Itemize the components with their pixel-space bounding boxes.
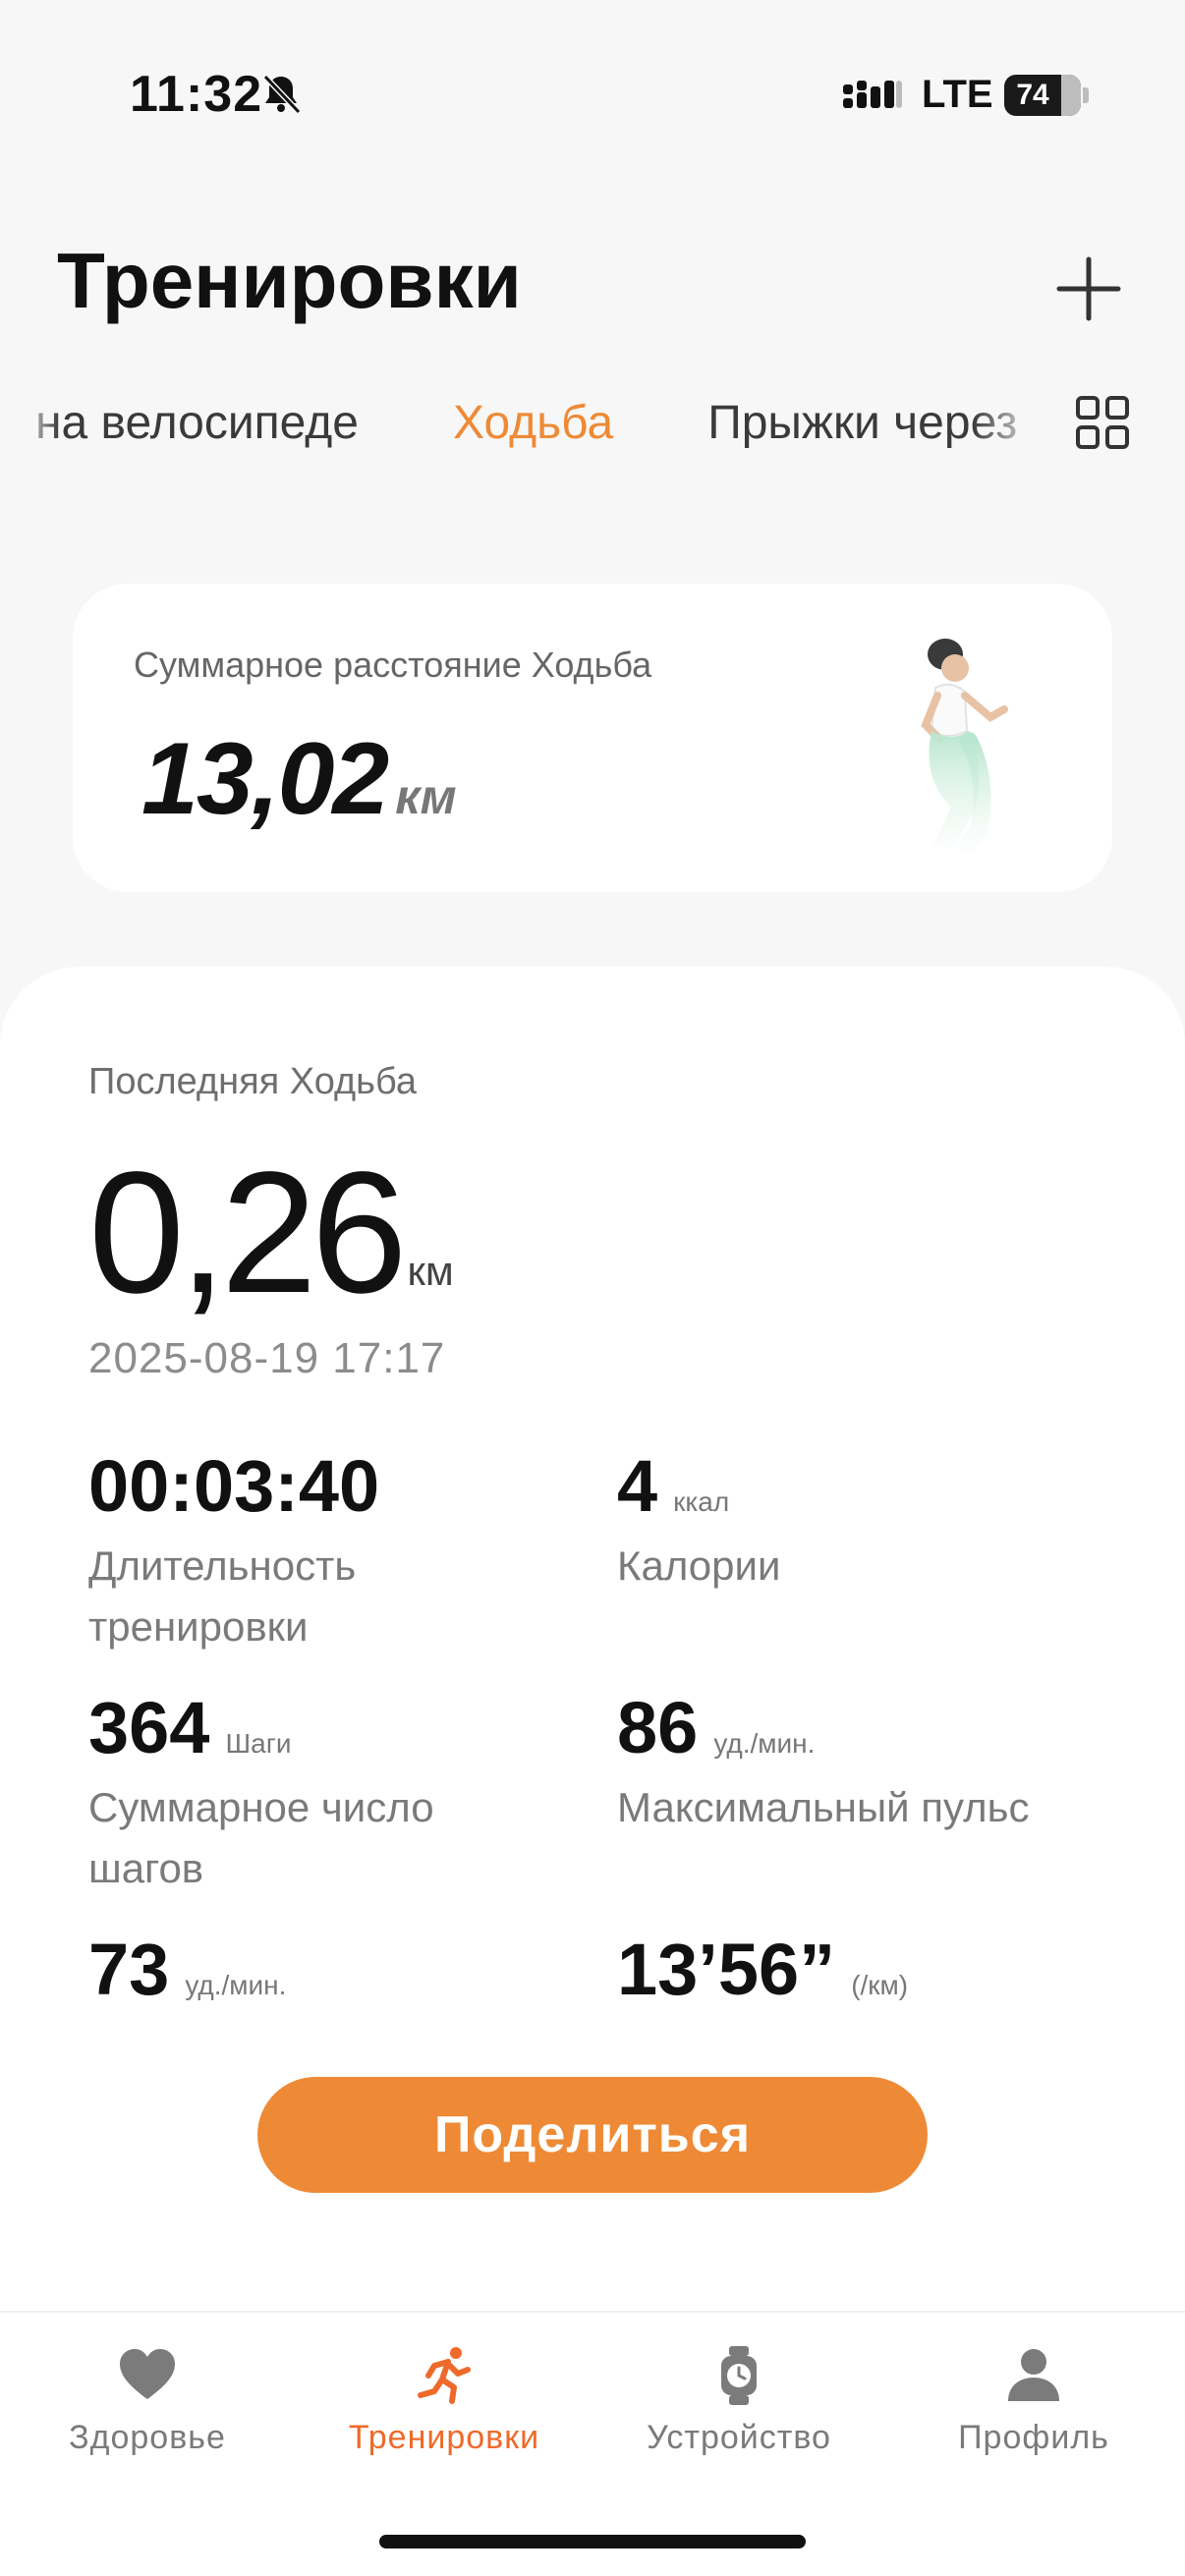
bell-muted-icon <box>262 74 302 115</box>
metric-pace: 13’56” (/км) <box>617 1928 908 2011</box>
calories-unit: ккал <box>673 1486 730 1517</box>
running-icon <box>418 2347 471 2404</box>
summary-distance: 13,02 <box>141 722 389 836</box>
steps-label: Суммарное число шагов <box>88 1784 434 1891</box>
max-pulse-label: Максимальный пульс <box>617 1784 1030 1830</box>
cadence-unit: уд./мин. <box>185 1970 287 2000</box>
nav-item-workouts[interactable]: Тренировки <box>297 2344 592 2457</box>
duration-label: Длительность тренировки <box>88 1542 357 1650</box>
pace-value: 13’56” <box>617 1929 836 2010</box>
last-workout-label: Последняя Ходьба <box>88 1061 418 1102</box>
metric-calories: 4 ккал Калории <box>617 1444 1049 1596</box>
watch-icon <box>721 2346 757 2405</box>
max-pulse-value: 86 <box>617 1687 699 1768</box>
distance-value: 0,26 <box>88 1137 408 1329</box>
battery-nub <box>1083 87 1089 103</box>
signal-icon <box>843 81 902 108</box>
battery-level: 74 <box>1016 79 1049 111</box>
person-icon <box>1008 2349 1059 2401</box>
tab-jump-rope[interactable]: Прыжки через <box>707 396 1017 450</box>
walker-illustration <box>921 639 1008 854</box>
summary-card[interactable]: Суммарное расстояние Ходьба 13,02 км <box>73 584 1112 892</box>
tab-walking[interactable]: Ходьба <box>453 396 613 450</box>
grid-icon[interactable] <box>1075 395 1130 450</box>
metric-steps: 364 Шаги Суммарное число шагов <box>88 1686 521 1899</box>
metric-cadence: 73 уд./мин. <box>88 1928 286 2011</box>
max-pulse-unit: уд./мин. <box>713 1728 816 1759</box>
nav-label-profile: Профиль <box>958 2419 1109 2456</box>
nav-item-device[interactable]: Устройство <box>592 2344 886 2457</box>
nav-label-device: Устройство <box>647 2419 831 2456</box>
status-time: 11:32 <box>130 66 263 123</box>
heart-icon <box>120 2349 175 2399</box>
nav-label-workouts: Тренировки <box>348 2419 540 2456</box>
steps-unit: Шаги <box>225 1728 292 1759</box>
pace-unit: (/км) <box>851 1970 909 2000</box>
nav-label-health: Здоровье <box>69 2419 226 2456</box>
network-type: LTE <box>922 73 993 116</box>
last-distance: 0,26 км <box>88 1137 454 1329</box>
tab-cycling[interactable]: на велосипеде <box>35 396 359 450</box>
calories-label: Калории <box>617 1542 781 1589</box>
plus-icon[interactable] <box>1049 250 1128 328</box>
workout-timestamp: 2025-08-19 17:17 <box>88 1334 446 1382</box>
calories-value: 4 <box>617 1445 658 1527</box>
home-indicator[interactable] <box>379 2535 806 2548</box>
distance-unit: км <box>407 1248 454 1294</box>
share-button[interactable]: Поделиться <box>257 2077 928 2193</box>
nav-item-profile[interactable]: Профиль <box>886 2344 1181 2457</box>
battery-indicator: 74 <box>1004 75 1081 116</box>
metric-duration: 00:03:40 Длительность тренировки <box>88 1444 521 1657</box>
duration-value: 00:03:40 <box>88 1445 380 1527</box>
summary-label: Суммарное расстояние Ходьба <box>134 644 652 685</box>
cadence-value: 73 <box>88 1929 170 2010</box>
workout-type-tabs: на велосипеде Ходьба Прыжки через <box>20 354 1042 491</box>
steps-value: 364 <box>88 1687 210 1768</box>
nav-item-health[interactable]: Здоровье <box>0 2344 295 2457</box>
summary-unit: км <box>395 769 457 824</box>
metric-max-pulse: 86 уд./мин. Максимальный пульс <box>617 1686 1049 1838</box>
page-title: Тренировки <box>57 237 522 324</box>
